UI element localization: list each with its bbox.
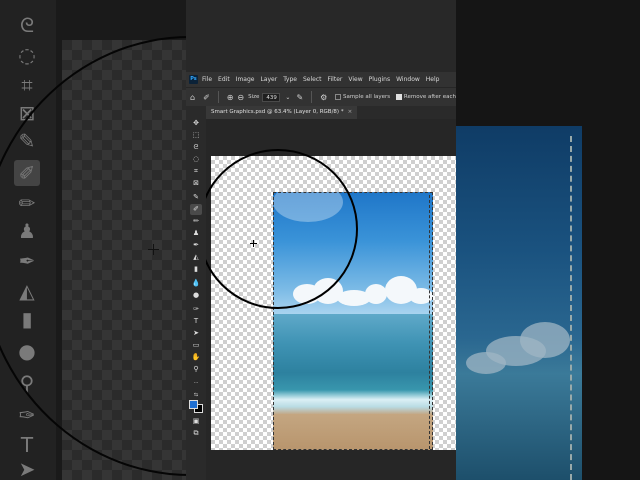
clone-stamp-tool-icon[interactable]: ♟: [190, 228, 202, 239]
menu-type[interactable]: Type: [283, 76, 297, 83]
document-tab-bar: Smart Graphics.psd @ 63.4% (Layer 0, RGB…: [206, 106, 456, 119]
background-blur-icon: ●: [18, 339, 36, 363]
remove-after-each-checkbox[interactable]: [396, 94, 402, 100]
background-lasso-icon: ᘓ: [19, 13, 35, 37]
background-selection-icon: ◌: [18, 43, 36, 67]
object-selection-tool-icon[interactable]: ◌: [190, 154, 202, 165]
pressure-size-icon[interactable]: ✎: [296, 93, 303, 102]
photoshop-logo-icon: Ps: [189, 75, 198, 84]
crosshair-icon: [250, 240, 257, 247]
move-tool-icon[interactable]: ✥: [190, 118, 202, 129]
hand-tool-icon[interactable]: ✋: [190, 352, 202, 363]
menu-edit[interactable]: Edit: [218, 76, 230, 83]
remove-tool-preset-icon[interactable]: ✐: [203, 93, 210, 102]
menu-filter[interactable]: Filter: [328, 76, 343, 83]
menu-bar: Ps File Edit Image Layer Type Select Fil…: [186, 72, 456, 87]
background-zoom-right: [456, 0, 640, 480]
background-crop-icon: ⌗: [21, 73, 33, 97]
sand: [273, 414, 433, 450]
background-crosshair-icon: [148, 244, 159, 255]
tools-panel: ✥ ⬚ ᘓ ◌ ⌗ ⊠ ✎ ✐ ✏ ♟ ✒ ◭ ▮ 💧 ● ✑ T ➤ ▭ ✋ …: [186, 106, 206, 480]
subtract-mode-icon[interactable]: ⊖: [237, 93, 244, 102]
gradient-tool-icon[interactable]: ▮: [190, 264, 202, 275]
sample-all-layers-label: Sample all layers: [342, 94, 391, 100]
pen-tool-icon[interactable]: ✑: [190, 304, 202, 315]
document-canvas[interactable]: [211, 156, 456, 450]
rectangle-tool-icon[interactable]: ▭: [190, 340, 202, 351]
foreground-color-swatch[interactable]: [189, 400, 198, 409]
sample-all-layers-checkbox[interactable]: [335, 94, 341, 100]
background-type-icon: T: [20, 433, 34, 457]
workspace: [206, 119, 456, 480]
background-path-icon: ➤: [18, 457, 36, 480]
close-tab-icon[interactable]: ×: [348, 109, 353, 115]
size-dropdown-icon[interactable]: ⌄: [285, 94, 290, 101]
screen-mode-icon[interactable]: ⧉: [190, 428, 202, 439]
menu-file[interactable]: File: [202, 76, 212, 83]
background-eyedropper-icon: ✎: [18, 129, 36, 153]
background-eraser-icon: ◭: [19, 279, 35, 303]
surf: [273, 390, 433, 414]
background-toolbar: ᘓ ◌ ⌗ ⊠ ✎ ✐ ✏ ♟ ✒ ◭ ▮ ● ⚲ ✑ T ➤: [0, 0, 56, 480]
eraser-tool-icon[interactable]: ◭: [190, 252, 202, 263]
background-gradient-icon: ▮: [21, 307, 33, 331]
remove-after-each-label: Remove after each: [403, 94, 456, 100]
background-brush-icon: ✏: [18, 191, 36, 215]
background-history-icon: ✒: [18, 249, 36, 273]
eyedropper-tool-icon[interactable]: ✎: [190, 192, 202, 203]
type-tool-icon[interactable]: T: [190, 316, 202, 327]
menu-select[interactable]: Select: [303, 76, 322, 83]
document-tab[interactable]: Smart Graphics.psd @ 63.4% (Layer 0, RGB…: [206, 106, 358, 119]
background-frame-icon: ⊠: [18, 101, 36, 125]
menu-image[interactable]: Image: [236, 76, 255, 83]
path-selection-tool-icon[interactable]: ➤: [190, 328, 202, 339]
marquee-tool-icon[interactable]: ⬚: [190, 130, 202, 141]
background-canvas: [62, 40, 186, 480]
photoshop-window: Ps File Edit Image Layer Type Select Fil…: [186, 0, 456, 480]
sky: [273, 192, 433, 314]
divider: [311, 91, 313, 103]
remove-tool-icon[interactable]: ✐: [190, 204, 202, 215]
frame-tool-icon[interactable]: ⊠: [190, 178, 202, 189]
brush-tool-icon[interactable]: ✏: [190, 216, 202, 227]
home-icon[interactable]: ⌂: [190, 93, 195, 102]
divider: [217, 91, 219, 103]
size-input[interactable]: 439: [262, 92, 281, 102]
background-zoom-left: ᘓ ◌ ⌗ ⊠ ✎ ✐ ✏ ♟ ✒ ◭ ▮ ● ⚲ ✑ T ➤: [0, 0, 186, 480]
menu-plugins[interactable]: Plugins: [369, 76, 391, 83]
menu-help[interactable]: Help: [426, 76, 440, 83]
dodge-tool-icon[interactable]: ●: [190, 290, 202, 301]
beach-photo-layer: [273, 192, 433, 450]
menu-view[interactable]: View: [348, 76, 362, 83]
add-mode-icon[interactable]: ⊕: [227, 93, 234, 102]
background-stamp-icon: ♟: [18, 219, 36, 243]
background-pen-icon: ✑: [18, 403, 36, 427]
background-remove-icon: ✐: [14, 160, 40, 186]
more-tools-icon[interactable]: ···: [190, 378, 202, 389]
document-tab-label: Smart Graphics.psd @ 63.4% (Layer 0, RGB…: [211, 109, 344, 115]
lasso-tool-icon[interactable]: ᘓ: [190, 142, 202, 153]
quick-mask-icon[interactable]: ▣: [190, 416, 202, 427]
options-bar: ⌂ ✐ ⊕ ⊖ Size 439 ⌄ ✎ ⚙ Sample all layers…: [186, 87, 456, 106]
title-area: [186, 0, 456, 72]
settings-gear-icon[interactable]: ⚙: [320, 93, 327, 102]
crop-tool-icon[interactable]: ⌗: [190, 166, 202, 177]
zoom-tool-icon[interactable]: ⚲: [190, 364, 202, 375]
history-brush-tool-icon[interactable]: ✒: [190, 240, 202, 251]
blur-tool-icon[interactable]: 💧: [190, 278, 202, 289]
screen: ᘓ ◌ ⌗ ⊠ ✎ ✐ ✏ ♟ ✒ ◭ ▮ ● ⚲ ✑ T ➤ Ps File …: [0, 0, 640, 480]
menu-window[interactable]: Window: [396, 76, 420, 83]
menu-layer[interactable]: Layer: [260, 76, 277, 83]
background-photo: [456, 126, 582, 480]
background-dodge-icon: ⚲: [19, 371, 35, 395]
size-label: Size: [248, 94, 260, 100]
